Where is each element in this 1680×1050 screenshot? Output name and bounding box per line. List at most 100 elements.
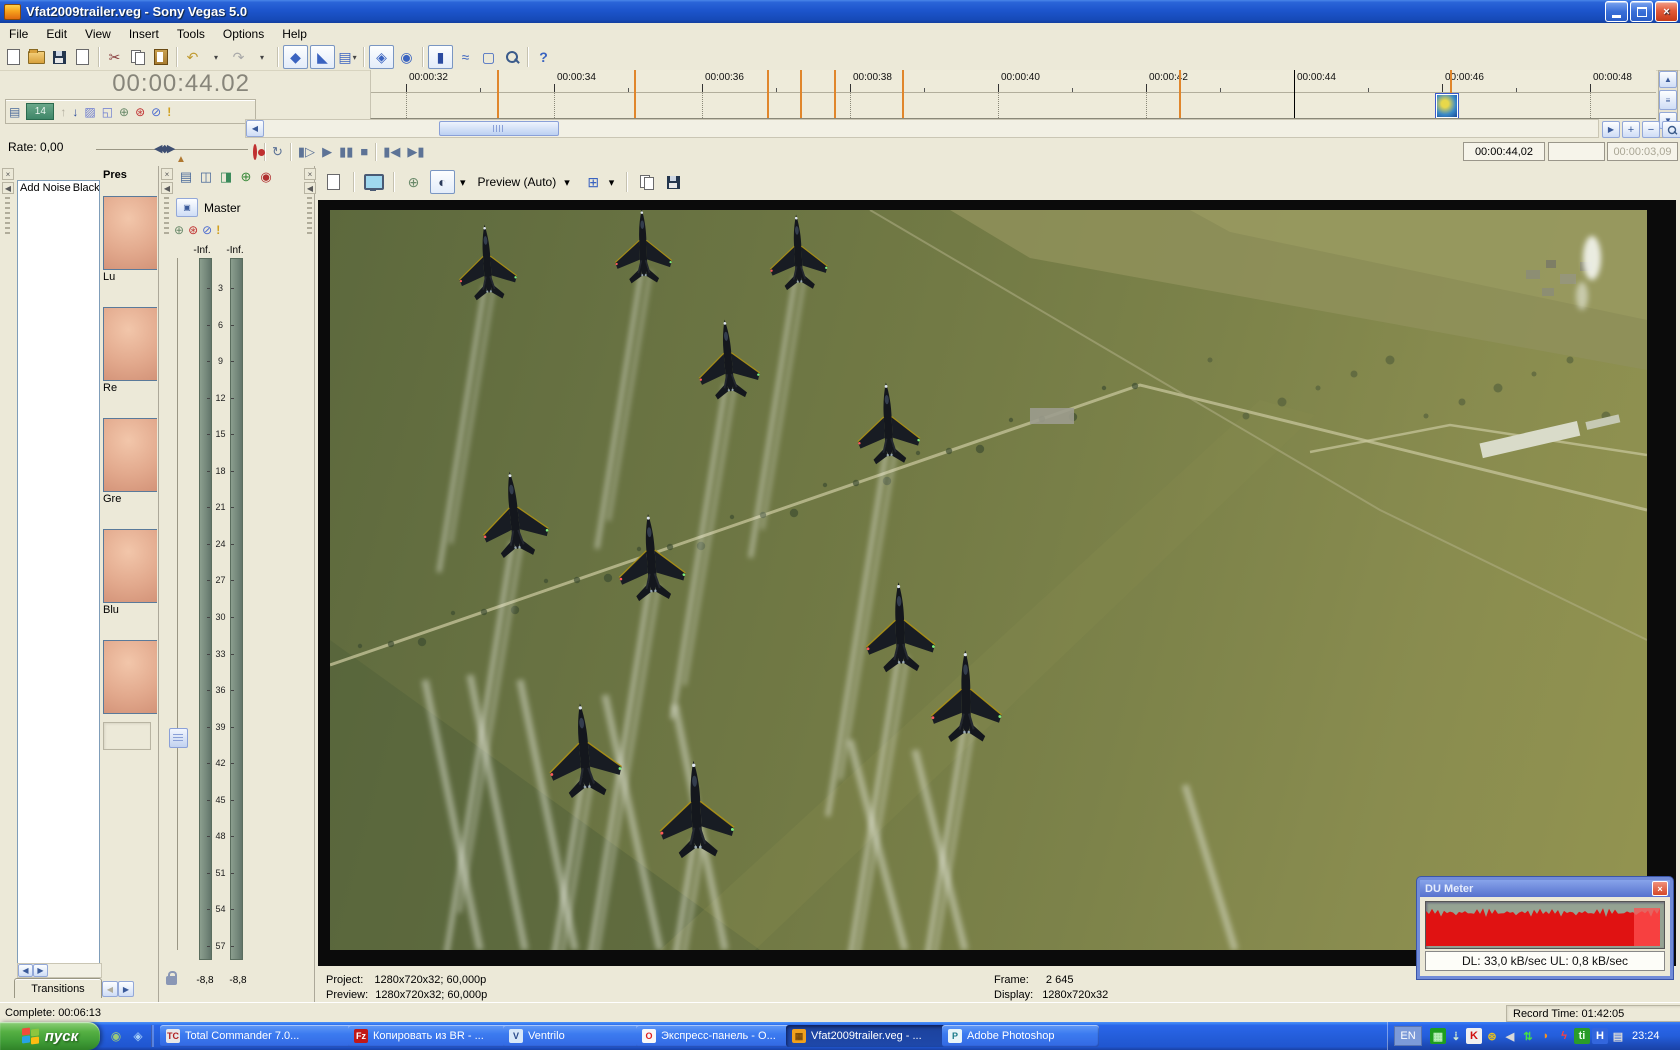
toolbar-paste[interactable] — [149, 46, 172, 68]
toolbar-enable-snapping[interactable]: ◆ — [283, 45, 308, 69]
timeline-cursor[interactable] — [1294, 70, 1295, 118]
quick-launch-2-icon[interactable]: ◈ — [130, 1028, 146, 1044]
taskbar-button-ventrilo[interactable]: V Ventrilo — [503, 1025, 643, 1047]
toolbar-new-project[interactable] — [2, 46, 25, 68]
tray-du-meter-icon[interactable]: ▦ — [1430, 1028, 1446, 1044]
timeline-clip-thumbnail[interactable] — [1435, 93, 1459, 118]
taskbar-button-opera[interactable]: O Экспресс-панель - O... — [636, 1025, 793, 1047]
copy-snapshot-icon[interactable] — [635, 171, 658, 193]
menu-options[interactable]: Options — [214, 25, 273, 43]
timeline-marker[interactable] — [902, 70, 904, 118]
lock-icon[interactable] — [166, 971, 177, 985]
menu-help[interactable]: Help — [273, 25, 316, 43]
toolbar-grid-dropdown[interactable]: ▤ ▾ — [336, 46, 359, 68]
timeline-current-time[interactable]: 00:00:44.02 — [0, 70, 250, 98]
tray-daemon-tools-icon[interactable]: ⊛ — [1484, 1028, 1500, 1044]
downmix-icon[interactable]: ◉ — [256, 168, 276, 186]
menu-edit[interactable]: Edit — [37, 25, 76, 43]
automation-gear-icon[interactable]: ⊛ — [188, 224, 198, 236]
du-meter-window[interactable]: DU Meter × DL: 33,0 kB/sec UL: 0,8 kB/se… — [1417, 877, 1673, 979]
close-button[interactable]: × — [1655, 1, 1678, 22]
hscroll-thumb[interactable] — [439, 121, 559, 136]
play-from-start-button[interactable]: ▮▷ — [298, 145, 315, 158]
toolbar-copy[interactable] — [126, 46, 149, 68]
timeline-hscrollbar[interactable]: ◀ — [245, 119, 1599, 138]
close-icon[interactable]: × — [2, 168, 14, 180]
du-meter-titlebar[interactable]: DU Meter × — [1420, 880, 1670, 897]
loop-playback-button[interactable]: ↻ — [272, 145, 283, 158]
scroll-left-icon[interactable]: ◀ — [246, 120, 264, 137]
save-snapshot-icon[interactable] — [662, 171, 685, 193]
fx-list-item[interactable]: Add Noise — [18, 182, 71, 194]
taskbar-button-photoshop[interactable]: P Adobe Photoshop — [942, 1025, 1099, 1047]
timeline-marker[interactable] — [834, 70, 836, 118]
chevron-down-icon[interactable]: ▾ — [609, 176, 615, 189]
master-fader-handle[interactable] — [169, 728, 188, 748]
fx-list-item[interactable]: Black Restore — [71, 182, 99, 194]
timeline-marker[interactable] — [497, 70, 499, 118]
timeline-ruler[interactable]: 00:00:32 00:00:34 00:00:36 00:00:38 00:00:40… — [370, 70, 1656, 119]
plugin-chain-icon[interactable]: ⊕ — [174, 224, 184, 236]
tray-kaspersky-icon[interactable]: K — [1466, 1028, 1482, 1044]
timeline-marker[interactable] — [800, 70, 802, 118]
tray-volume-icon[interactable]: ◗ — [1538, 1028, 1554, 1044]
close-icon[interactable]: × — [161, 168, 173, 180]
vscroll-thumb[interactable]: ≡ — [1659, 90, 1677, 110]
mute-icon[interactable]: ⊘ — [151, 106, 161, 118]
toolbar-undo[interactable]: ↶ — [181, 46, 204, 68]
taskbar-button-filezilla[interactable]: Fz Копировать из BR - ... — [348, 1025, 510, 1047]
tab-scroll-right-icon[interactable]: ▶ — [118, 981, 134, 997]
pause-button[interactable]: ▮▮ — [339, 145, 353, 158]
tab-scroll-left-icon[interactable]: ◀ — [102, 981, 118, 997]
drag-handle[interactable] — [307, 197, 312, 237]
zoom-in-button[interactable]: + — [1622, 121, 1640, 138]
move-down-icon[interactable]: ↓ — [72, 106, 78, 118]
menu-insert[interactable]: Insert — [120, 25, 168, 43]
tray-traffic-inspector-icon[interactable]: ti — [1574, 1028, 1590, 1044]
insert-input-bus-icon[interactable]: ⊕ — [236, 168, 256, 186]
quick-launch-1-icon[interactable]: ◉ — [108, 1028, 124, 1044]
chevron-down-icon[interactable]: ▾ — [564, 176, 570, 189]
drag-handle[interactable] — [164, 197, 169, 237]
toolbar-whats-this-help[interactable]: ? — [532, 46, 555, 68]
taskbar-button-vegas[interactable]: ▦ Vfat2009trailer.veg - ... — [786, 1025, 949, 1047]
toolbar-auto-ripple[interactable]: ◈ — [369, 45, 394, 69]
go-to-start-button[interactable]: ▮◀ — [383, 145, 400, 158]
close-icon[interactable]: × — [1652, 881, 1668, 896]
preset-thumbnail[interactable] — [103, 418, 157, 492]
duration-time-display[interactable]: 00:00:03,09 — [1607, 142, 1678, 161]
toolbar-undo-dropdown[interactable]: ▾ — [204, 46, 227, 68]
fx-list-hscrollbar[interactable]: ◀ ▶ — [17, 963, 102, 978]
selection-time-display[interactable] — [1548, 142, 1605, 161]
menu-view[interactable]: View — [76, 25, 120, 43]
toolbar-normal-edit-tool[interactable]: ▮ — [428, 45, 453, 69]
go-to-end-button[interactable]: ▶▮ — [407, 145, 424, 158]
collapse-icon[interactable]: ◀ — [304, 182, 316, 194]
scroll-up-icon[interactable]: ▲ — [1659, 71, 1677, 88]
preview-quality-icon[interactable]: ◐ — [430, 170, 455, 194]
toolbar-save[interactable] — [48, 46, 71, 68]
taskbar-button-total-commander[interactable]: TC Total Commander 7.0... — [160, 1025, 355, 1047]
menu-file[interactable]: File — [0, 25, 37, 43]
preview-quality-label[interactable]: Preview (Auto) — [478, 175, 557, 189]
close-icon[interactable]: × — [304, 168, 316, 180]
toolbar-lock-envelopes[interactable]: ◉ — [395, 46, 418, 68]
mixer-properties-icon[interactable]: ▤ — [176, 168, 196, 186]
timeline-marker[interactable] — [634, 70, 636, 118]
collapse-icon[interactable]: ◀ — [161, 182, 173, 194]
preset-thumbnail[interactable] — [103, 307, 157, 381]
grid-overlay-icon[interactable]: ⊞ — [582, 171, 605, 193]
video-fx-list[interactable]: Add NoiseBlack RestoreBlack and WhiteBor… — [17, 180, 100, 964]
preset-thumbnail[interactable] — [103, 529, 157, 603]
preview-properties-icon[interactable] — [322, 171, 345, 193]
delete-keyframe-icon[interactable]: ▨ — [84, 106, 95, 118]
tray-traffic-updown-icon[interactable]: ⇅ — [1520, 1028, 1536, 1044]
scroll-right-icon[interactable]: ▶ — [33, 964, 48, 977]
restore-button[interactable] — [1630, 1, 1653, 22]
preset-thumbnail[interactable] — [103, 196, 157, 270]
toolbar-open[interactable] — [25, 46, 48, 68]
tray-download-master-icon[interactable]: ⇣ — [1448, 1028, 1464, 1044]
toolbar-redo[interactable]: ↷ — [227, 46, 250, 68]
chevron-down-icon[interactable]: ▾ — [460, 176, 466, 189]
tab-transitions[interactable]: Transitions — [14, 978, 102, 998]
